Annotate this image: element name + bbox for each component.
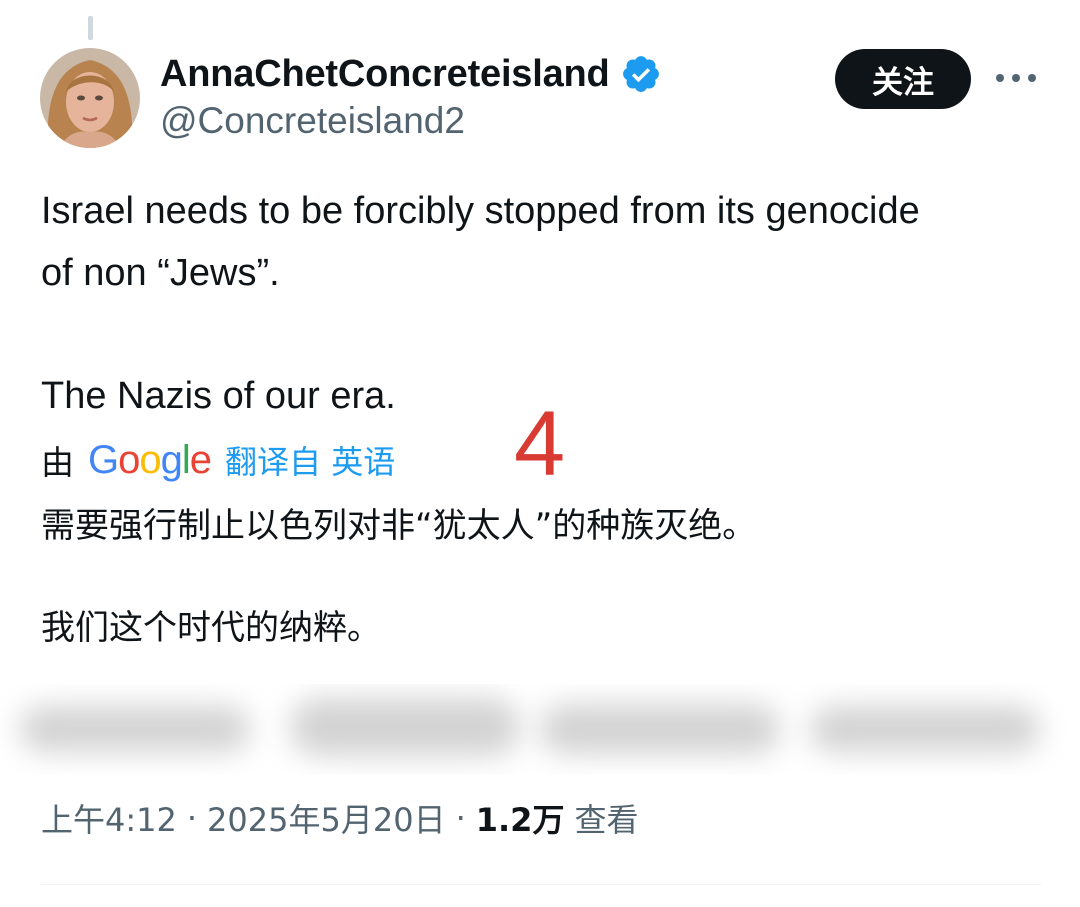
- annotation-number: 4: [514, 393, 566, 495]
- user-handle[interactable]: @Concreteisland2: [160, 100, 465, 142]
- translation-attribution: 由 Google 翻译自 英语: [41, 436, 395, 484]
- blurred-region: [0, 684, 1080, 774]
- translated-text-line: 需要强行制止以色列对非“犹太人”的种族灭绝。: [41, 506, 757, 546]
- dot: [1012, 74, 1020, 82]
- post-time[interactable]: 上午4:12: [41, 795, 177, 841]
- translated-by-label: 由: [41, 443, 74, 482]
- meta-separator: ·: [455, 799, 466, 837]
- verified-badge-icon[interactable]: [620, 53, 662, 95]
- tweet-text-line: Israel needs to be forcibly stopped from…: [41, 190, 920, 232]
- views-label: 查看: [574, 801, 639, 839]
- display-name[interactable]: AnnaChetConcreteisland: [160, 53, 610, 96]
- meta-separator: ·: [186, 799, 198, 837]
- view-count[interactable]: 1.2万: [476, 795, 565, 841]
- tweet-metadata: 上午4:12 · 2025年5月20日 · 1.2万 查看: [41, 794, 638, 842]
- divider: [41, 884, 1041, 885]
- translation-source-link[interactable]: 翻译自 英语: [225, 437, 395, 483]
- more-dots-icon[interactable]: [996, 66, 1036, 90]
- display-name-row: AnnaChetConcreteisland: [160, 52, 662, 96]
- thread-connector-line: [88, 16, 93, 40]
- dot: [996, 74, 1004, 82]
- dot: [1028, 74, 1036, 82]
- follow-button[interactable]: 关注: [835, 49, 971, 109]
- tweet-text-line: The Nazis of our era.: [41, 375, 396, 417]
- google-logo: Google: [88, 437, 212, 482]
- translated-text-line: 我们这个时代的纳粹。: [41, 608, 381, 648]
- post-date[interactable]: 2025年5月20日: [207, 795, 446, 841]
- avatar[interactable]: [40, 48, 140, 148]
- tweet-text-line: of non “Jews”.: [41, 252, 280, 294]
